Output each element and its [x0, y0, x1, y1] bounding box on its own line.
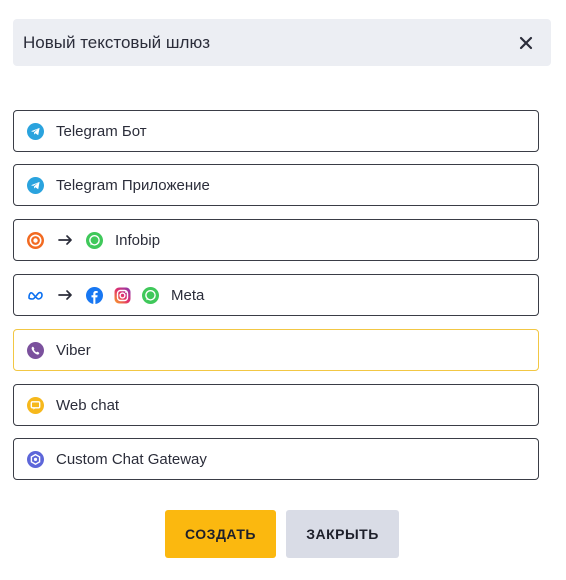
option-meta[interactable]: Meta [13, 274, 539, 316]
option-label: Custom Chat Gateway [56, 450, 207, 468]
option-label: Web chat [56, 396, 120, 414]
close-button[interactable]: ЗАКРЫТЬ [286, 510, 399, 558]
option-telegram-bot[interactable]: Telegram Бот [13, 110, 539, 152]
option-telegram-app[interactable]: Telegram Приложение [13, 164, 539, 206]
custom-gateway-icon [27, 450, 44, 468]
create-button[interactable]: СОЗДАТЬ [165, 510, 276, 558]
arrow-right-icon [58, 234, 74, 246]
telegram-icon [27, 122, 44, 140]
dialog-title: Новый текстовый шлюз [23, 32, 210, 52]
instagram-icon [114, 287, 131, 304]
option-label: Telegram Приложение [56, 176, 210, 194]
viber-icon [27, 341, 44, 359]
facebook-icon [86, 286, 103, 304]
option-web-chat[interactable]: Web chat [13, 384, 539, 426]
option-label: Viber [56, 341, 91, 359]
option-label: Telegram Бот [56, 122, 147, 140]
meta-icon [27, 287, 44, 304]
option-label: Meta [171, 286, 205, 304]
whatsapp-icon [142, 286, 159, 304]
option-custom-chat-gateway[interactable]: Custom Chat Gateway [13, 438, 539, 480]
dialog-header: Новый текстовый шлюз [13, 19, 551, 66]
option-label: Infobip [115, 231, 161, 249]
arrow-right-icon [58, 289, 74, 301]
close-icon[interactable] [517, 34, 535, 52]
infobip-icon [27, 231, 44, 249]
whatsapp-icon [86, 231, 103, 249]
option-viber[interactable]: Viber [13, 329, 539, 371]
web-chat-icon [27, 396, 44, 414]
telegram-icon [27, 176, 44, 194]
option-infobip[interactable]: Infobip [13, 219, 539, 261]
